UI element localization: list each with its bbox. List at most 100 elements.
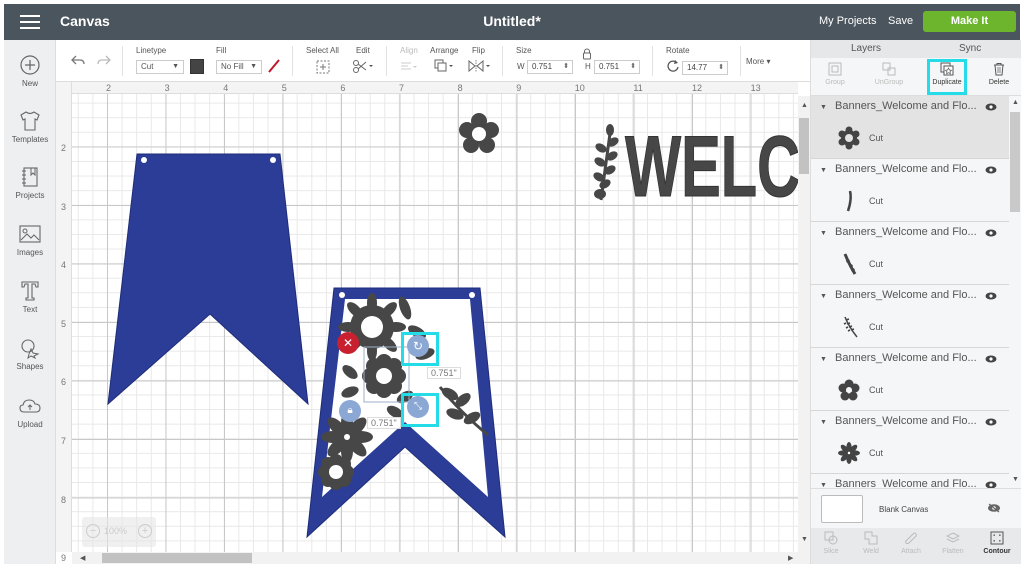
edit-scissors-icon[interactable] (352, 59, 374, 73)
expand-caret-icon[interactable]: ▼ (820, 419, 827, 426)
layer-item[interactable]: ▼ Banners_Welcome and Flo... Cut (811, 411, 1009, 474)
resize-handle[interactable]: ⤡ (407, 396, 429, 418)
banner-solid[interactable] (107, 153, 309, 406)
layer-item[interactable]: ▼ Banners_Welcome and Flo... Cut (811, 96, 1009, 159)
my-projects-link[interactable]: My Projects (819, 15, 876, 27)
ruler-left-label: 8 (61, 494, 67, 505)
layer-thumbnail-flower-round (838, 379, 860, 401)
sidebar-item-upload[interactable]: Upload (4, 395, 56, 429)
linetype-color-swatch[interactable] (190, 59, 204, 74)
expand-caret-icon[interactable]: ▼ (820, 230, 827, 237)
delete-button[interactable]: Delete (979, 62, 1019, 86)
canvas-vertical-scrollbar[interactable]: ▲ ▼ (798, 96, 810, 552)
flower-top[interactable] (459, 113, 499, 153)
tab-layers[interactable]: Layers (851, 43, 881, 54)
scroll-up-arrow[interactable]: ▲ (801, 102, 808, 109)
tab-sync[interactable]: Sync (959, 43, 981, 54)
scroll-left-arrow[interactable]: ◀ (80, 554, 85, 562)
design-canvas[interactable]: WELC ✕ 🔒︎ ↻ ⤡ 0.751" 0.751" (60, 82, 798, 552)
ruler-top-label: 6 (340, 83, 346, 93)
canvas-horizontal-scrollbar[interactable]: ◀ ▶ (72, 552, 810, 564)
sidebar-item-new[interactable]: New (4, 54, 56, 88)
flip-icon[interactable] (468, 59, 492, 73)
eye-icon[interactable] (985, 418, 997, 426)
select-all-icon[interactable] (316, 60, 330, 74)
paperclip-icon (905, 532, 917, 544)
ruler-left-label: 4 (61, 260, 67, 271)
zoom-out-button[interactable]: − (86, 524, 100, 538)
group-button[interactable]: Group (815, 62, 855, 86)
scroll-right-arrow[interactable]: ▶ (788, 554, 793, 562)
scroll-up-arrow[interactable]: ▲ (1012, 99, 1019, 106)
height-input[interactable]: 0.751 ⬍ (594, 60, 640, 74)
lock-handle[interactable]: 🔒︎ (339, 400, 361, 422)
contour-button[interactable]: Contour (979, 531, 1015, 555)
weld-icon (864, 531, 878, 545)
blank-canvas-swatch[interactable] (821, 495, 863, 523)
save-link[interactable]: Save (888, 15, 913, 27)
linetype-select[interactable]: Cut ▼ (136, 60, 184, 74)
width-input[interactable]: 0.751 ⬍ (527, 60, 573, 74)
ruler-left-label: 6 (61, 377, 67, 388)
ruler-top-label: 9 (516, 83, 522, 93)
sidebar-item-shapes[interactable]: Shapes (4, 337, 56, 371)
ruler-top-label: 8 (457, 83, 463, 93)
layers-scrollbar[interactable]: ▲ ▼ (1009, 96, 1021, 488)
flatten-button[interactable]: Flatten (935, 531, 971, 555)
undo-icon[interactable] (70, 54, 86, 68)
ruler-top-label: 3 (164, 83, 170, 93)
more-menu[interactable]: More ▾ (746, 57, 770, 66)
fill-label: Fill (216, 46, 227, 55)
attach-button[interactable]: Attach (893, 531, 929, 555)
eye-icon[interactable] (985, 481, 997, 488)
ruler-top-label: 2 (106, 83, 112, 93)
rotate-input[interactable]: 14.77 ⬍ (682, 61, 728, 75)
no-fill-swatch-icon[interactable] (267, 59, 281, 73)
expand-caret-icon[interactable]: ▼ (820, 356, 827, 363)
scroll-thumb[interactable] (1010, 112, 1020, 212)
eye-icon[interactable] (985, 103, 997, 111)
blank-canvas-row[interactable]: Blank Canvas (811, 488, 1021, 528)
layer-item[interactable]: ▼ Banners_Welcome and Flo... Cut (811, 159, 1009, 222)
layer-item[interactable]: ▼ Banners_Welcome and Flo... (811, 474, 1009, 488)
eye-hidden-icon[interactable] (987, 503, 1001, 513)
layer-item[interactable]: ▼ Banners_Welcome and Flo... Cut (811, 222, 1009, 285)
delete-handle[interactable]: ✕ (337, 332, 359, 354)
slice-button[interactable]: Slice (813, 531, 849, 555)
layer-item[interactable]: ▼ Banners_Welcome and Flo... Cut (811, 348, 1009, 411)
scroll-down-arrow[interactable]: ▼ (801, 536, 808, 543)
rotate-handle[interactable]: ↻ (407, 335, 429, 357)
eye-icon[interactable] (985, 355, 997, 363)
arrange-icon[interactable] (434, 59, 456, 73)
ungroup-button[interactable]: UnGroup (869, 62, 909, 86)
eye-icon[interactable] (985, 166, 997, 174)
weld-button[interactable]: Weld (853, 531, 889, 555)
fill-select[interactable]: No Fill ▼ (216, 60, 262, 74)
expand-caret-icon[interactable]: ▼ (820, 104, 827, 111)
layer-name: Banners_Welcome and Flo... (835, 415, 977, 427)
sidebar-item-projects[interactable]: Projects (4, 166, 56, 200)
scroll-thumb[interactable] (102, 553, 252, 563)
leaf-sprig[interactable] (592, 124, 620, 201)
layers-stack-icon (946, 532, 960, 543)
expand-caret-icon[interactable]: ▼ (820, 167, 827, 174)
align-icon[interactable] (400, 62, 418, 72)
scroll-down-arrow[interactable]: ▼ (1012, 476, 1019, 483)
sidebar-item-images[interactable]: Images (4, 223, 56, 257)
scroll-thumb[interactable] (799, 118, 809, 174)
sidebar-item-text[interactable]: Text (4, 280, 56, 314)
layers-list: ▼ Banners_Welcome and Flo... Cut ▼ Banne… (811, 96, 1009, 488)
redo-icon[interactable] (96, 54, 112, 68)
make-it-button[interactable]: Make It (923, 11, 1016, 32)
sidebar-item-templates[interactable]: Templates (4, 110, 56, 144)
flip-label: Flip (472, 46, 485, 55)
plus-circle-icon (20, 55, 40, 75)
eye-icon[interactable] (985, 229, 997, 237)
welcome-text[interactable]: WELC (625, 119, 799, 216)
eye-icon[interactable] (985, 292, 997, 300)
lock-aspect-icon[interactable] (582, 48, 592, 60)
layer-name: Banners_Welcome and Flo... (835, 163, 977, 175)
zoom-in-button[interactable]: + (138, 524, 152, 538)
expand-caret-icon[interactable]: ▼ (820, 293, 827, 300)
layer-item[interactable]: ▼ Banners_Welcome and Flo... Cut (811, 285, 1009, 348)
